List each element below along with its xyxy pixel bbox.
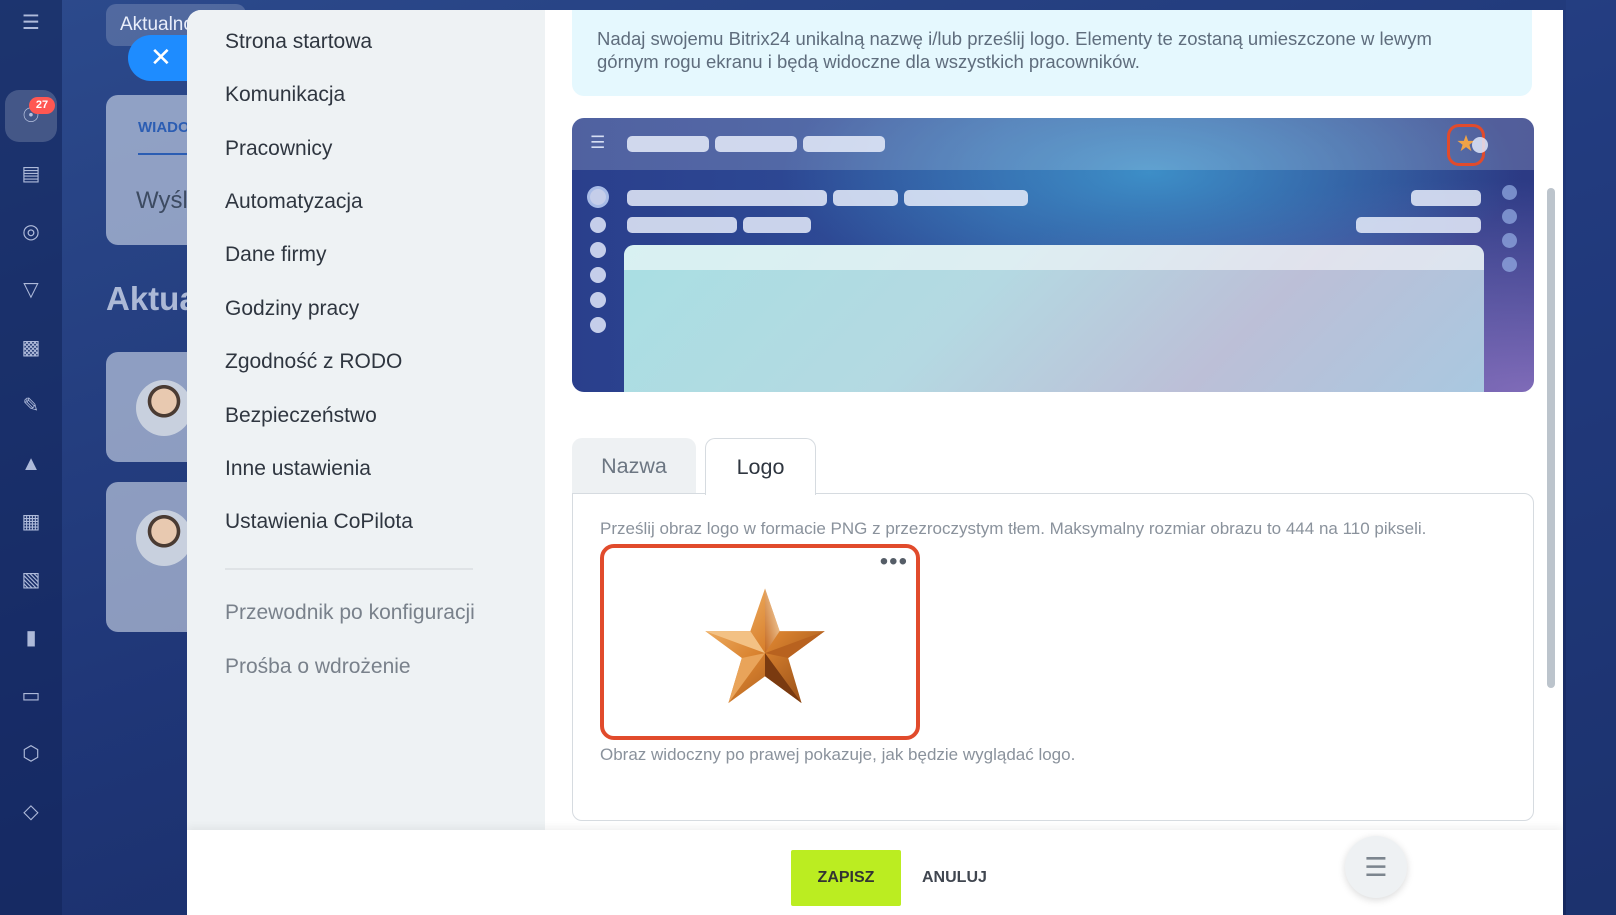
save-button[interactable]: ZAPISZ <box>791 850 901 906</box>
feed-icon[interactable]: ▤ <box>18 161 44 187</box>
preview-rail-dot <box>590 267 606 283</box>
menu-item-implementation-request[interactable]: Prośba o wdrożenie <box>225 655 411 679</box>
more-options-icon[interactable]: ••• <box>880 550 908 574</box>
cart-icon[interactable]: ▲ <box>18 451 44 477</box>
preview-side-dot <box>1502 185 1517 200</box>
hamburger-icon[interactable]: ☰ <box>18 10 44 36</box>
preview-placeholder-bar <box>1356 217 1481 233</box>
menu-item-gdpr[interactable]: Zgodność z RODO <box>225 350 402 374</box>
menu-item-start-page[interactable]: Strona startowa <box>225 30 372 54</box>
settings-slider: Strona startowa Komunikacja Pracownicy A… <box>187 10 1563 915</box>
menu-item-company-details[interactable]: Dane firmy <box>225 243 327 267</box>
content-scrollbar[interactable] <box>1547 188 1555 688</box>
logo-upload-area[interactable]: ••• <box>600 544 920 740</box>
avatar <box>136 380 192 436</box>
robot-icon[interactable]: ▩ <box>18 335 44 361</box>
menu-item-security[interactable]: Bezpieczeństwo <box>225 404 377 428</box>
cube-icon[interactable]: ◇ <box>18 799 44 825</box>
star-icon <box>705 588 825 704</box>
cancel-button[interactable]: ANULUJ <box>922 850 987 906</box>
preview-workarea <box>624 245 1484 392</box>
avatar <box>136 510 192 566</box>
notification-badge: 27 <box>29 97 55 114</box>
preview-side-dot <box>1502 257 1517 272</box>
target-icon[interactable]: ◎ <box>18 219 44 245</box>
preview-rail-dot <box>590 292 606 308</box>
right-strip <box>1566 0 1616 915</box>
preview-placeholder-bar <box>627 190 827 206</box>
list-icon: ☰ <box>1364 852 1388 882</box>
portal-preview: ☰ <box>572 118 1534 392</box>
menu-item-working-hours[interactable]: Godziny pracy <box>225 297 359 321</box>
info-box: Nadaj swojemu Bitrix24 unikalną nazwę i/… <box>572 10 1532 96</box>
settings-menu: Strona startowa Komunikacja Pracownicy A… <box>187 10 545 830</box>
logo-upload-hint: Prześlij obraz logo w formacie PNG z prz… <box>600 519 1427 538</box>
preview-placeholder-bar <box>715 136 797 152</box>
settings-content: Nadaj swojemu Bitrix24 unikalną nazwę i/… <box>545 10 1563 830</box>
preview-rail-dot <box>590 217 606 233</box>
preview-placeholder-bar <box>743 217 811 233</box>
preview-placeholder-bar <box>833 190 898 206</box>
close-button[interactable]: ✕ <box>128 35 192 81</box>
preview-side-dot <box>1502 233 1517 248</box>
preview-rail-dot <box>587 186 609 208</box>
menu-divider <box>225 568 473 570</box>
quick-menu-button[interactable]: ☰ <box>1345 836 1407 898</box>
hexagon-icon[interactable]: ⬡ <box>18 741 44 767</box>
tab-name[interactable]: Nazwa <box>572 438 696 494</box>
hamburger-icon: ☰ <box>590 133 606 152</box>
left-navigation-rail: ☰ ☉ 27 ▤ ◎ ▽ ▩ ✎ ▲ ▦ ▧ ▮ ▭ ⬡ ◇ <box>0 0 62 915</box>
preview-rail-dot <box>590 317 606 333</box>
funnel-icon[interactable]: ▽ <box>18 277 44 303</box>
menu-item-copilot-settings[interactable]: Ustawienia CoPilota <box>225 510 413 534</box>
preview-placeholder-bar <box>904 190 1028 206</box>
preview-side-dot <box>1502 209 1517 224</box>
menu-item-configuration-guide[interactable]: Przewodnik po konfiguracji <box>225 601 475 625</box>
info-text: Nadaj swojemu Bitrix24 unikalną nazwę i/… <box>597 28 1432 72</box>
document-icon[interactable]: ▭ <box>18 683 44 709</box>
menu-item-automation[interactable]: Automatyzacja <box>225 190 363 214</box>
tab-logo[interactable]: Logo <box>705 438 816 495</box>
store-icon[interactable]: ▦ <box>18 509 44 535</box>
menu-item-employees[interactable]: Pracownicy <box>225 137 332 161</box>
logo-preview-note: Obraz widoczny po prawej pokazuje, jak b… <box>600 745 1076 764</box>
menu-item-communication[interactable]: Komunikacja <box>225 83 345 107</box>
preview-placeholder-bar <box>1411 190 1481 206</box>
logo-tab-panel: Prześlij obraz logo w formacie PNG z prz… <box>572 493 1534 821</box>
preview-placeholder-bar <box>627 217 737 233</box>
preview-avatar-dot <box>1472 137 1488 153</box>
preview-workarea-header <box>624 245 1484 270</box>
preview-rail-dot <box>590 242 606 258</box>
preview-placeholder-bar <box>803 136 885 152</box>
pen-icon[interactable]: ✎ <box>18 393 44 419</box>
preview-placeholder-bar <box>627 136 709 152</box>
menu-item-other-settings[interactable]: Inne ustawienia <box>225 457 371 481</box>
chart-icon[interactable]: ▮ <box>18 625 44 651</box>
close-icon: ✕ <box>150 42 172 72</box>
calendar-icon[interactable]: ▧ <box>18 567 44 593</box>
